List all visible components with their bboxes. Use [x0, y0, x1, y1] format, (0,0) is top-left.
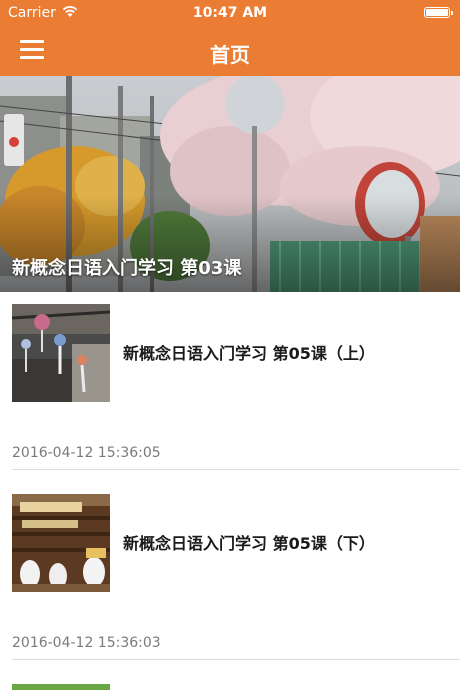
list-item[interactable]: 新概念日语入门学习 第05课（下） 2016-04-12 15:36:03: [0, 482, 460, 672]
nav-bar: 首页: [0, 26, 460, 76]
article-thumbnail: [12, 684, 110, 690]
article-date: 2016-04-12 15:36:03: [12, 635, 161, 651]
article-title: 新概念日语入门学习 第05课（下）: [123, 534, 375, 553]
article-date: 2016-04-12 15:36:05: [12, 445, 161, 461]
list-item[interactable]: 新概念日语入门学习 第05课（上） 2016-04-12 15:36:05: [0, 292, 460, 482]
article-title: 新概念日语入门学习 第05课（上）: [123, 344, 375, 363]
divider: [12, 469, 460, 470]
article-thumbnail: [12, 304, 110, 402]
clock: 10:47 AM: [192, 5, 268, 21]
status-bar: Carrier 10:47 AM: [0, 0, 460, 26]
page-title: 首页: [210, 43, 250, 67]
battery-icon: [424, 7, 453, 18]
divider: [12, 659, 460, 660]
banner-caption: 新概念日语入门学习 第03课: [12, 258, 242, 279]
featured-banner[interactable]: 新概念日语入门学习 第03课: [0, 76, 460, 292]
article-thumbnail: [12, 494, 110, 592]
